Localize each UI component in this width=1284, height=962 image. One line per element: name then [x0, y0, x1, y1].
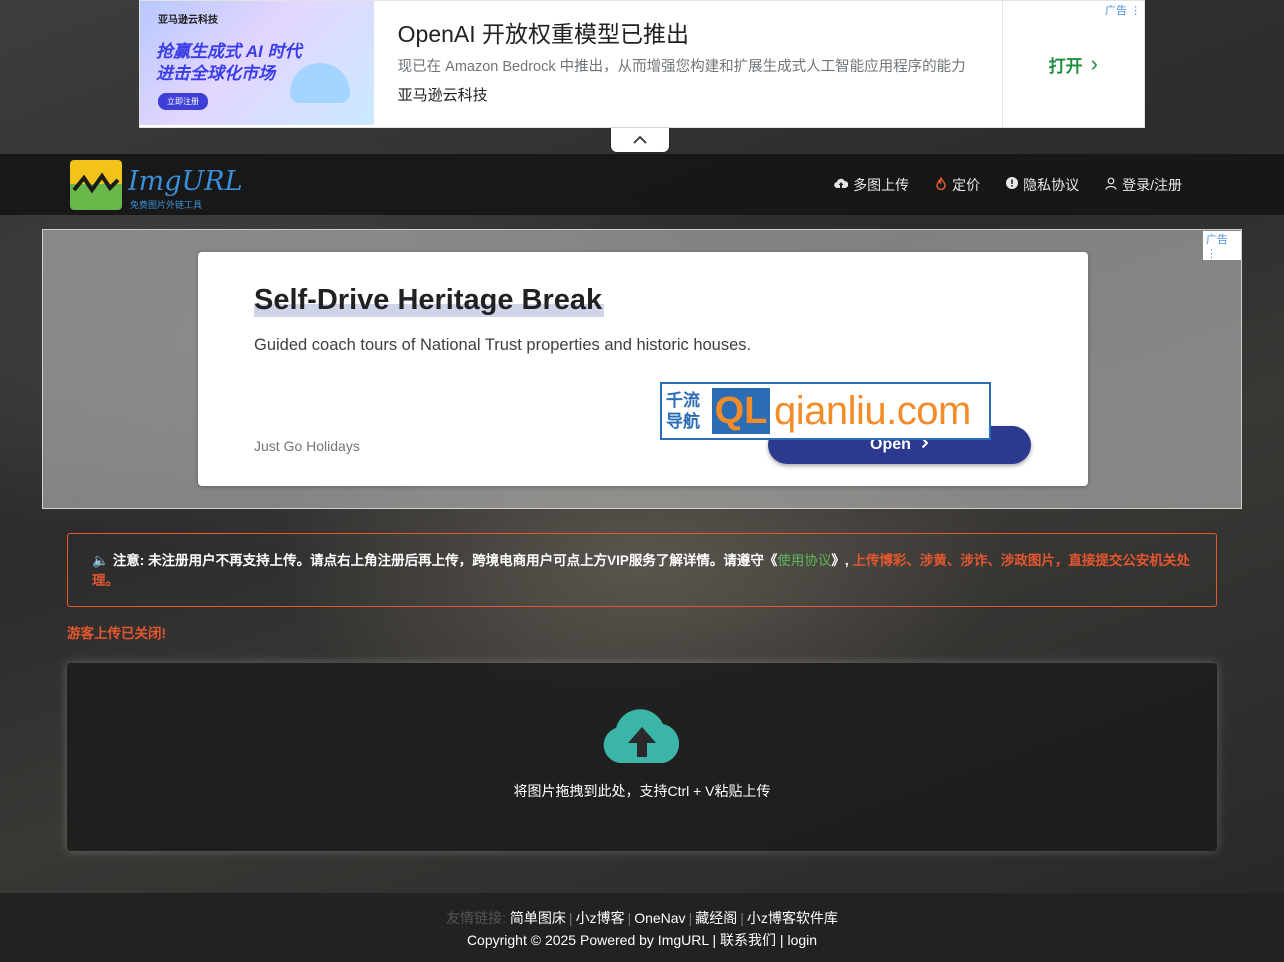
navbar: ImgURL 免费图片外链工具 多图上传 定价 隐私协议 登录/注册: [0, 154, 1284, 215]
cloud-upload-icon: [834, 178, 849, 192]
notice-text-end: 》,: [831, 553, 849, 568]
watermark-url: qianliu.com: [774, 388, 971, 433]
footer: 友情链接: 简单图床 | 小z博客 | OneNav | 藏经阁 | 小z博客软件库 Copyr…: [0, 893, 1284, 962]
nav-item-multi-upload[interactable]: 多图上传: [834, 175, 909, 195]
chevron-right-icon: ›: [1090, 51, 1098, 76]
user-icon: [1105, 177, 1117, 193]
nav-item-label: 登录/注册: [1122, 176, 1182, 193]
logo-text: ImgURL: [128, 166, 243, 197]
info-icon: [1006, 177, 1019, 192]
upload-dropzone[interactable]: 将图片拖拽到此处，支持Ctrl + V粘贴上传: [67, 663, 1217, 851]
top-ad-banner[interactable]: 亚马逊云科技 抢赢生成式 AI 时代 进击全球化市场 立即注册 OpenAI 开…: [139, 0, 1145, 128]
friend-link[interactable]: 小z博客: [576, 910, 625, 926]
watermark-cn-line-2: 导航: [666, 412, 700, 431]
top-ad-image-slogan-2: 进击全球化市场: [156, 64, 275, 83]
friend-links: 友情链接: 简单图床 | 小z博客 | OneNav | 藏经阁 | 小z博客软件库: [446, 910, 838, 926]
top-ad-image[interactable]: 亚马逊云科技 抢赢生成式 AI 时代 进击全球化市场 立即注册: [140, 1, 374, 125]
middle-ad-advertiser: Just Go Holidays: [254, 438, 360, 454]
middle-ad-description: Guided coach tours of National Trust pro…: [254, 336, 752, 354]
speaker-icon: 🔈: [92, 553, 109, 568]
chevron-up-icon: [633, 135, 647, 144]
watermark-cn-line-1: 千流: [666, 391, 700, 410]
ad-tag-label: 广告: [1105, 5, 1127, 17]
more-options-icon: ⋮: [1206, 248, 1217, 260]
qianliu-watermark: 千流 导航 QL qianliu.com: [660, 382, 991, 440]
upload-hint: 将图片拖拽到此处，支持Ctrl + V粘贴上传: [513, 783, 771, 799]
copyright: Copyright © 2025 Powered by ImgURL | 联系我…: [466, 932, 818, 948]
middle-ad-tag[interactable]: 广告 ⋮: [1203, 231, 1241, 260]
guest-upload-closed-message: 游客上传已关闭!: [67, 626, 166, 641]
middle-ad-container: 广告 ⋮ Self-Drive Heritage Break Guided co…: [42, 229, 1242, 509]
watermark-cn: 千流 导航: [662, 390, 712, 432]
logo-mark-icon: [70, 160, 122, 210]
friend-link[interactable]: 小z博客软件库: [747, 910, 838, 926]
nav-item-login[interactable]: 登录/注册: [1105, 175, 1182, 195]
friend-link[interactable]: 简单图床: [510, 910, 566, 926]
friend-link[interactable]: 藏经阁: [695, 910, 737, 926]
cloud-upload-icon: [600, 707, 684, 765]
cloud-illustration-icon: [290, 63, 350, 103]
nav-item-label: 定价: [952, 176, 981, 193]
site-logo[interactable]: ImgURL 免费图片外链工具: [70, 160, 243, 212]
nav-item-label: 隐私协议: [1023, 176, 1080, 193]
notice-box: 🔈 注意: 未注册用户不再支持上传。请点右上角注册后再上传，跨境电商用户可点上方V…: [67, 533, 1217, 607]
top-ad-open-button[interactable]: 打开 ›: [1003, 1, 1144, 127]
nav-item-label: 多图上传: [853, 176, 910, 193]
top-ad-image-brand: 亚马逊云科技: [158, 15, 218, 26]
friend-links-label: 友情链接:: [446, 910, 507, 926]
nav-item-privacy[interactable]: 隐私协议: [1006, 175, 1079, 195]
watermark-ql-logo: QL: [712, 388, 770, 434]
top-ad-tag[interactable]: 广告 ⋮: [1105, 2, 1141, 18]
middle-ad-card[interactable]: Self-Drive Heritage Break Guided coach t…: [198, 252, 1088, 486]
notice-label: 注意:: [112, 553, 145, 568]
notice-text: 未注册用户不再支持上传。请点右上角注册后再上传，跨境电商用户可点上方VIP服务了…: [148, 553, 778, 568]
middle-ad-title[interactable]: Self-Drive Heritage Break: [254, 284, 605, 317]
nav-item-pricing[interactable]: 定价: [935, 175, 980, 195]
logo-subtitle: 免费图片外链工具: [130, 200, 203, 210]
usage-agreement-link[interactable]: 使用协议: [777, 553, 831, 568]
friend-link[interactable]: OneNav: [634, 910, 685, 926]
main-nav: 多图上传 定价 隐私协议 登录/注册: [808, 154, 1182, 215]
top-ad-title[interactable]: OpenAI 开放权重模型已推出: [398, 15, 978, 49]
more-options-icon: ⋮: [1130, 5, 1142, 17]
top-ad-open-label: 打开: [1048, 56, 1083, 76]
fire-icon: [935, 175, 947, 193]
top-ad-register-badge: 立即注册: [158, 93, 208, 110]
top-ad-collapse-button[interactable]: [611, 128, 669, 152]
ad-tag-label: 广告: [1206, 234, 1228, 246]
top-ad-description: 现已在 Amazon Bedrock 中推出，从而增强您构建和扩展生成式人工智能…: [397, 59, 966, 75]
top-ad-advertiser: 亚马逊云科技: [397, 87, 488, 104]
